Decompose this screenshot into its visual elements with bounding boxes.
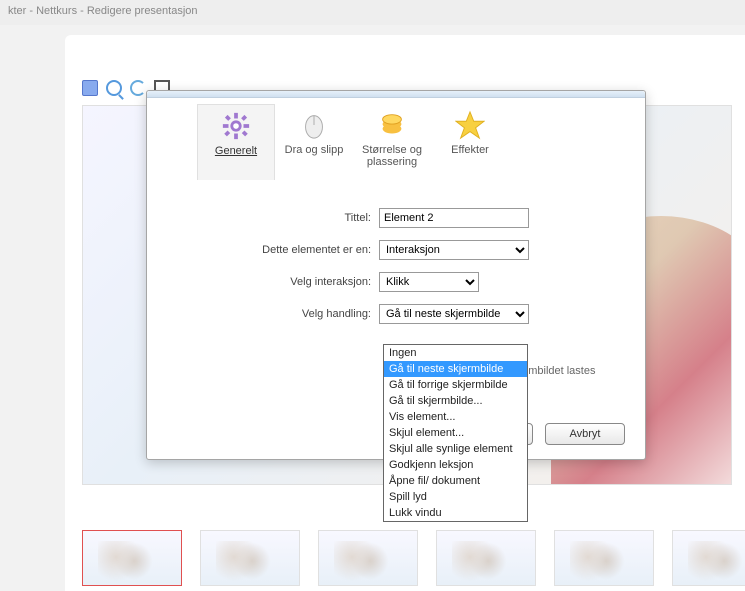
dropdown-option[interactable]: Skjul element... (384, 425, 527, 441)
dropdown-option[interactable]: Gå til skjermbilde... (384, 393, 527, 409)
coins-icon (377, 110, 407, 140)
tab-label: Generelt (202, 145, 270, 157)
undo-icon[interactable] (130, 80, 146, 96)
interaction-label: Velg interaksjon: (207, 276, 379, 288)
tab-size-position[interactable]: Størrelse og plassering (353, 104, 431, 180)
window-title: kter - Nettkurs - Redigere presentasjon (0, 0, 745, 25)
tab-drag-drop[interactable]: Dra og slipp (275, 104, 353, 180)
slide-thumbnail-2[interactable] (200, 530, 300, 586)
action-select[interactable]: Gå til neste skjermbilde (379, 304, 529, 324)
dropdown-option[interactable]: Godkjenn leksjon (384, 457, 527, 473)
dropdown-option[interactable]: Spill lyd (384, 489, 527, 505)
title-label: Tittel: (207, 212, 379, 224)
slide-thumbnail-6[interactable] (672, 530, 745, 586)
zoom-icon[interactable] (106, 80, 122, 96)
dropdown-option[interactable]: Åpne fil/ dokument (384, 473, 527, 489)
tab-label: Dra og slipp (279, 144, 349, 156)
dropdown-option[interactable]: Lukk vindu (384, 505, 527, 521)
save-icon[interactable] (82, 80, 98, 96)
dropdown-option[interactable]: Ingen (384, 345, 527, 361)
tab-effects[interactable]: Effekter (431, 104, 509, 180)
element-type-label: Dette elementet er en: (207, 244, 379, 256)
interaction-select[interactable]: Klikk (379, 272, 479, 292)
dropdown-option[interactable]: Skjul alle synlige element (384, 441, 527, 457)
cancel-button[interactable]: Avbryt (545, 423, 625, 445)
slide-thumbnails (82, 530, 745, 586)
action-dropdown-list: IngenGå til neste skjermbildeGå til forr… (383, 344, 528, 522)
dropdown-option[interactable]: Gå til forrige skjermbilde (384, 377, 527, 393)
mouse-icon (299, 110, 329, 140)
element-type-select[interactable]: Interaksjon (379, 240, 529, 260)
form: Tittel: Dette elementet er en: Interaksj… (147, 180, 645, 346)
dropdown-option[interactable]: Vis element... (384, 409, 527, 425)
tab-label: Størrelse og plassering (357, 144, 427, 168)
slide-thumbnail-4[interactable] (436, 530, 536, 586)
tab-general[interactable]: Generelt (197, 104, 275, 180)
dialog-header (147, 91, 645, 98)
title-input[interactable] (379, 208, 529, 228)
dialog-tabs: Generelt Dra og slipp Størrelse og plass… (147, 98, 645, 180)
action-label: Velg handling: (207, 308, 379, 320)
slide-thumbnail-5[interactable] (554, 530, 654, 586)
slide-thumbnail-3[interactable] (318, 530, 418, 586)
slide-thumbnail-1[interactable] (82, 530, 182, 586)
star-icon (455, 110, 485, 140)
dropdown-option[interactable]: Gå til neste skjermbilde (384, 361, 527, 377)
gear-icon (221, 111, 251, 141)
tab-label: Effekter (435, 144, 505, 156)
